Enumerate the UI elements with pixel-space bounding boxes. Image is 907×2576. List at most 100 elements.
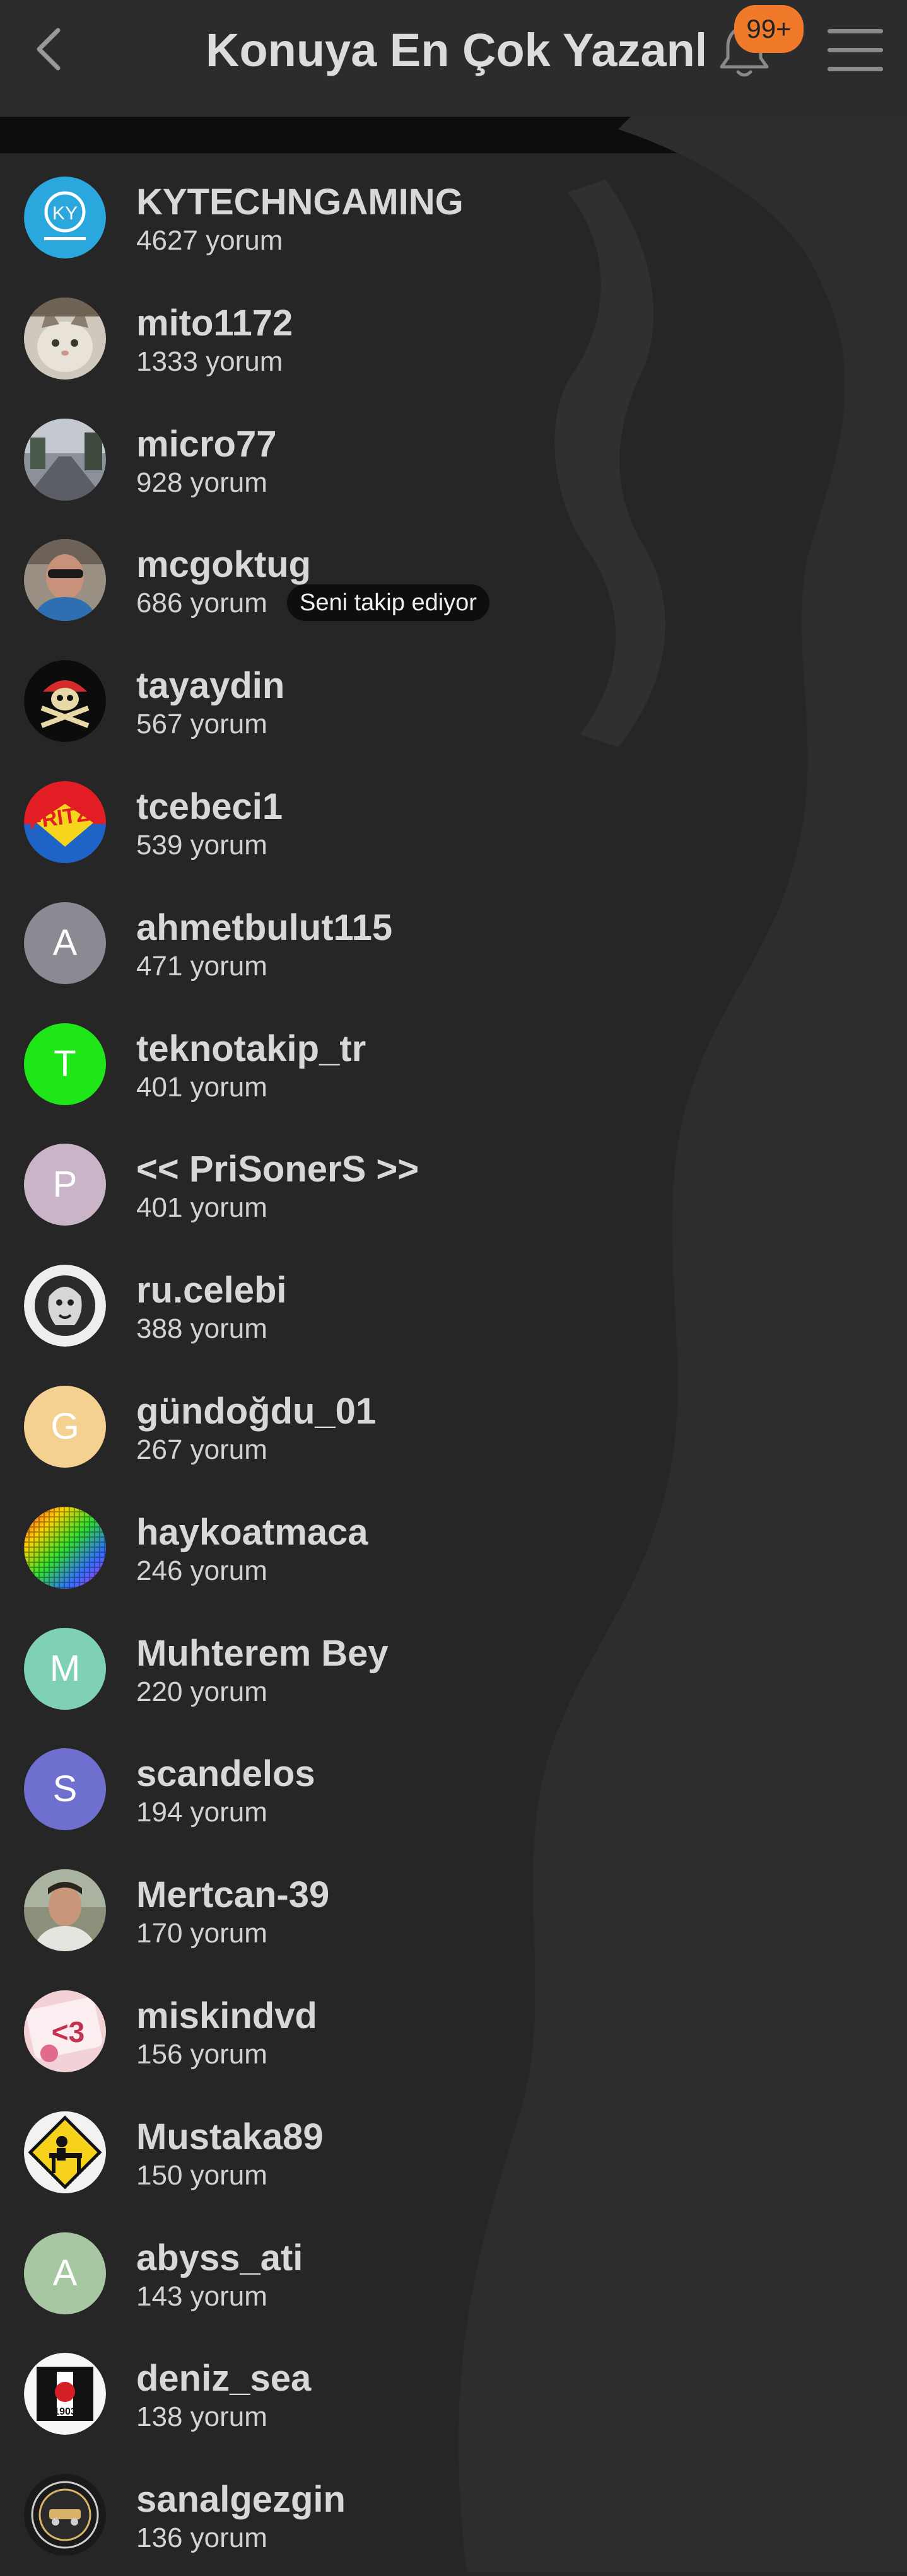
comment-count: 138 yorum [136, 2401, 267, 2433]
username[interactable]: Muhterem Bey [136, 1633, 389, 1674]
avatar[interactable]: P [24, 1144, 106, 1226]
username[interactable]: teknotakip_tr [136, 1028, 366, 1070]
user-row[interactable]: mcgoktug 686 yorum Seni takip ediyor [0, 520, 907, 641]
user-row[interactable]: M Muhterem Bey 220 yorum [0, 1609, 907, 1730]
avatar[interactable] [24, 2474, 106, 2556]
user-row[interactable]: haykoatmaca 246 yorum [0, 1488, 907, 1609]
comment-count: 686 yorum [136, 588, 267, 619]
svg-text:1903: 1903 [54, 2406, 76, 2417]
avatar[interactable]: KY [24, 177, 106, 258]
comment-count: 388 yorum [136, 1313, 267, 1345]
username[interactable]: Mustaka89 [136, 2116, 324, 2158]
comment-count: 4627 yorum [136, 225, 283, 256]
pirate-skull-icon [24, 660, 106, 743]
comment-count: 401 yorum [136, 1192, 267, 1224]
avatar[interactable] [24, 1265, 106, 1347]
username[interactable]: KYTECHNGAMING [136, 182, 464, 223]
avatar[interactable]: A [24, 902, 106, 984]
user-row[interactable]: sanalgezgin 136 yorum [0, 2455, 907, 2576]
street-photo-icon [24, 418, 106, 501]
user-row[interactable]: KY KYTECHNGAMING 4627 yorum [0, 158, 907, 279]
avatar[interactable] [24, 418, 106, 501]
avatar[interactable]: A [24, 2232, 106, 2314]
user-row[interactable]: Ggündoğdu_01 267 yorum [0, 1367, 907, 1488]
ky-tech-gaming-logo-icon: KY [24, 177, 106, 258]
username[interactable]: miskindvd [136, 1995, 317, 2037]
comment-count: 567 yorum [136, 709, 267, 740]
person-photo-icon [24, 539, 106, 622]
comment-count: 136 yorum [136, 2522, 267, 2554]
avatar-letter: A [24, 2232, 106, 2314]
username[interactable]: deniz_sea [136, 2358, 311, 2399]
avatar[interactable]: S [24, 1748, 106, 1831]
username[interactable]: ru.celebi [136, 1270, 287, 1311]
comment-count: 150 yorum [136, 2159, 267, 2191]
user-row[interactable]: 1903 deniz_sea 138 yorum [0, 2334, 907, 2455]
username[interactable]: Mertcan-39 [136, 1874, 329, 1916]
user-row[interactable]: Aahmetbulut115 471 yorum [0, 883, 907, 1004]
avatar[interactable]: T [24, 1023, 106, 1105]
hamburger-menu-icon [828, 29, 883, 71]
avatar-letter: G [24, 1385, 106, 1468]
user-row[interactable]: P << PriSonerS >> 401 yorum [0, 1125, 907, 1246]
comment-count: 928 yorum [136, 467, 267, 498]
user-row[interactable]: micro77 928 yorum [0, 400, 907, 521]
username[interactable]: tayaydin [136, 665, 284, 707]
avatar[interactable] [24, 2111, 106, 2193]
user-row[interactable]: ru.celebi 388 yorum [0, 1246, 907, 1367]
username[interactable]: ahmetbulut115 [136, 907, 392, 949]
avatar[interactable] [24, 297, 106, 380]
avatar[interactable] [24, 1869, 106, 1952]
user-row[interactable]: <3 miskindvd 156 yorum [0, 1971, 907, 2092]
avatar-letter: P [24, 1144, 106, 1226]
back-button[interactable] [25, 24, 76, 74]
follows-you-badge: Seni takip ediyor [287, 584, 489, 622]
username[interactable]: tcebeci1 [136, 786, 283, 828]
user-row[interactable]: Mustaka89 150 yorum [0, 2092, 907, 2213]
notification-badge: 99+ [734, 5, 804, 53]
comment-count: 267 yorum [136, 1434, 267, 1465]
avatar-letter: A [24, 902, 106, 984]
avatar[interactable]: 1903 [24, 2353, 106, 2435]
heart-3-sticker-icon: <3 [24, 1990, 106, 2072]
svg-text:<3: <3 [52, 2016, 85, 2048]
avatar-letter: T [24, 1023, 106, 1105]
user-row[interactable]: FRITZ! tcebeci1 539 yorum [0, 762, 907, 883]
comment-count: 401 yorum [136, 1071, 267, 1103]
avatar[interactable] [24, 1506, 106, 1589]
user-row[interactable]: Tteknotakip_tr 401 yorum [0, 1004, 907, 1125]
desk-sign-icon [24, 2111, 106, 2193]
menu-button[interactable] [825, 25, 886, 76]
chevron-left-icon [37, 28, 61, 71]
username[interactable]: haykoatmaca [136, 1512, 368, 1553]
comment-count: 156 yorum [136, 2038, 267, 2070]
username[interactable]: abyss_ati [136, 2237, 303, 2279]
username[interactable]: scandelos [136, 1753, 315, 1795]
user-row[interactable]: mito1172 1333 yorum [0, 279, 907, 400]
user-row[interactable]: Aabyss_ati 143 yorum [0, 2213, 907, 2335]
username[interactable]: sanalgezgin [136, 2479, 346, 2521]
username[interactable]: mito1172 [136, 303, 293, 344]
page-title: Konuya En Çok Yazanl.. [206, 24, 704, 76]
comment-count: 220 yorum [136, 1676, 267, 1707]
avatar[interactable]: M [24, 1627, 106, 1710]
avatar[interactable]: <3 [24, 1990, 106, 2072]
avatar[interactable]: G [24, 1385, 106, 1468]
avatar[interactable] [24, 539, 106, 622]
emblem-logo-icon [24, 2474, 106, 2556]
avatar[interactable]: FRITZ! [24, 780, 106, 863]
user-row[interactable]: Sscandelos 194 yorum [0, 1729, 907, 1850]
username[interactable]: micro77 [136, 424, 276, 465]
user-row[interactable]: tayaydin 567 yorum [0, 641, 907, 762]
svg-text:KY: KY [52, 203, 78, 224]
username[interactable]: mcgoktug [136, 544, 311, 586]
comment-count: 246 yorum [136, 1555, 267, 1586]
username[interactable]: gündoğdu_01 [136, 1391, 376, 1432]
color-grid-icon [24, 1506, 106, 1589]
avatar-letter: M [24, 1627, 106, 1710]
man-photo-icon [24, 1869, 106, 1952]
user-list: KY KYTECHNGAMING 4627 yorum mito1172 1333 yo… [0, 158, 907, 2576]
user-row[interactable]: Mertcan-39 170 yorum [0, 1850, 907, 1971]
username[interactable]: << PriSonerS >> [136, 1149, 419, 1190]
avatar[interactable] [24, 660, 106, 743]
